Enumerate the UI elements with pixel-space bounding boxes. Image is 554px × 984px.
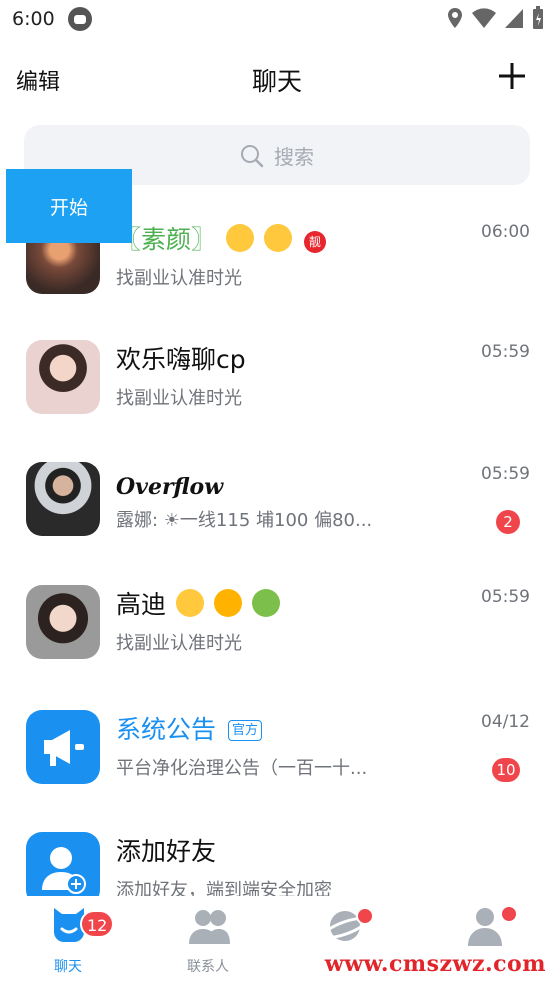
header: 编辑 聊天: [0, 48, 554, 108]
official-tag: 官方: [227, 720, 262, 741]
clapping-hands-icon: [175, 589, 204, 617]
avatar: [26, 710, 100, 784]
chat-name: 高迪: [116, 590, 167, 619]
page-title: 聊天: [251, 67, 302, 96]
chat-time: 06:00: [481, 222, 530, 242]
tab-label: 联系人: [187, 959, 229, 975]
add-friend-icon: [42, 847, 86, 894]
search-placeholder: 搜索: [274, 145, 314, 169]
avatar: [26, 462, 100, 536]
battery-icon: [533, 6, 543, 29]
watermark: www.cmszwz.com: [324, 951, 546, 977]
liang-badge: 靓: [303, 231, 326, 253]
tab-chat-badge: 12: [80, 910, 115, 938]
zany-face-icon: [263, 224, 292, 252]
signal-icon: [505, 9, 523, 28]
smiling-face-with-hearts-icon: [225, 224, 254, 252]
chat-name: 欢乐嗨聊cp: [116, 345, 246, 374]
unread-badge: 2: [496, 510, 520, 534]
sun-icon: [213, 589, 242, 617]
chat-name: 系统公告: [116, 715, 217, 744]
chat-time: 05:59: [481, 587, 530, 607]
contacts-icon: [189, 910, 230, 944]
tab-label: 聊天: [54, 959, 82, 975]
chat-item[interactable]: 欢乐嗨聊cp 找副业认准时光 05:59: [0, 340, 554, 462]
discover-dot-badge: [356, 907, 374, 925]
chat-item[interactable]: Overflow 露娜: ☀一线115 埔100 偏80... 05:59 2: [0, 462, 554, 584]
chat-time: 05:59: [481, 464, 530, 484]
avatar: [26, 832, 100, 906]
chat-preview: 找副业认准时光: [116, 388, 242, 409]
avatar: [26, 585, 100, 659]
chat-preview: 平台净化治理公告（一百一十...: [116, 758, 368, 779]
chat-preview: 找副业认准时光: [116, 633, 242, 654]
android-notification-icon: [68, 7, 92, 31]
chat-name: Overflow: [116, 474, 224, 500]
wifi-icon: [472, 8, 496, 28]
chat-preview: 露娜: ☀一线115 埔100 偏80...: [116, 510, 373, 531]
profile-dot-badge: [500, 905, 518, 923]
chat-name: 添加好友: [116, 837, 217, 866]
unread-badge: 10: [492, 758, 520, 782]
search-icon: [241, 144, 264, 167]
megaphone-icon: [44, 730, 84, 766]
chat-item[interactable]: 高迪 找副业认准时光 05:59: [0, 585, 554, 707]
plus-icon[interactable]: [498, 62, 526, 90]
status-bar: 6:00: [0, 0, 554, 40]
status-time: 6:00: [12, 8, 55, 30]
avatar: [26, 340, 100, 414]
nauseated-face-icon: [251, 589, 280, 617]
start-button[interactable]: 开始: [6, 169, 132, 243]
chat-preview: 找副业认准时光: [116, 268, 242, 289]
location-icon: [448, 8, 462, 28]
chat-time: 04/12: [481, 712, 530, 732]
chat-time: 05:59: [481, 342, 530, 362]
chat-item[interactable]: 系统公告 官方 平台净化治理公告（一百一十... 04/12 10: [0, 710, 554, 832]
